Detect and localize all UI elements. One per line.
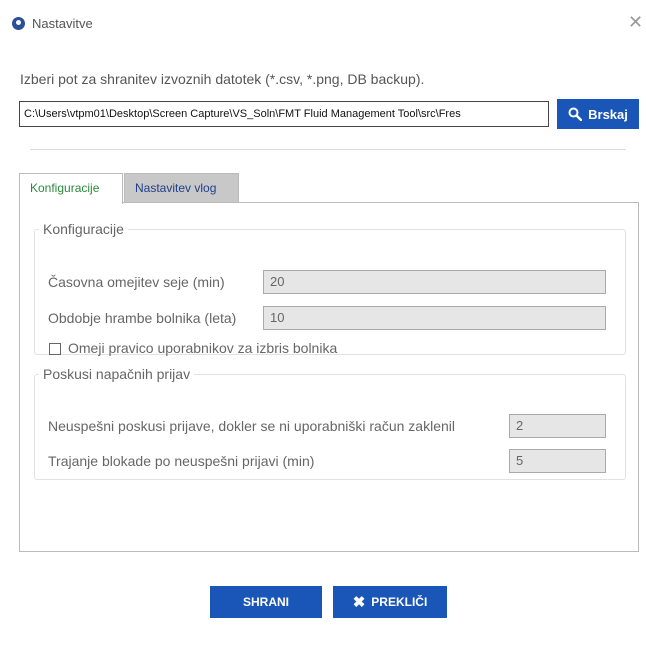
search-icon: [568, 107, 583, 121]
configuration-group: Konfiguracije Časovna omejitev seje (min…: [34, 221, 626, 356]
patient-retention-input[interactable]: 10: [263, 306, 606, 330]
login-attempts-group: Poskusi napačnih prijav Neuspešni poskus…: [34, 366, 626, 480]
restrict-delete-label: Omeji pravico uporabnikov za izbris boln…: [68, 340, 338, 356]
browse-button-label: Brskaj: [588, 106, 628, 122]
lockout-duration-label: Trajanje blokade po neuspešni prijavi (m…: [48, 453, 315, 469]
configuration-group-title: Konfiguracije: [43, 221, 124, 237]
login-attempts-group-title: Poskusi napačnih prijav: [43, 366, 191, 382]
lockout-duration-input[interactable]: 5: [509, 449, 606, 473]
save-button-label: SHRANI: [242, 595, 289, 609]
window-title: Nastavitve: [32, 16, 93, 31]
failed-attempts-input[interactable]: 2: [509, 414, 606, 438]
restrict-delete-checkbox[interactable]: [49, 343, 61, 355]
title-bar: Nastavitve ✕: [0, 0, 646, 40]
cancel-button-label: PREKLIČI: [371, 595, 428, 609]
divider: [30, 149, 626, 150]
tab-nastavitev-vlog[interactable]: Nastavitev vlog: [124, 173, 239, 203]
tab-konfiguracije[interactable]: Konfiguracije: [19, 173, 123, 204]
session-timeout-input[interactable]: 20: [263, 270, 606, 294]
close-icon[interactable]: ✕: [628, 12, 643, 32]
browse-button[interactable]: Brskaj: [557, 99, 639, 129]
cancel-button[interactable]: ✖ PREKLIČI: [333, 586, 447, 618]
app-icon: [12, 17, 25, 30]
save-button[interactable]: SHRANI: [210, 586, 322, 618]
export-path-input[interactable]: C:\Users\vtpm01\Desktop\Screen Capture\V…: [19, 101, 549, 127]
failed-attempts-label: Neuspešni poskusi prijave, dokler se ni …: [48, 418, 455, 434]
close-icon: ✖: [352, 593, 366, 611]
tab-panel: Konfiguracije Časovna omejitev seje (min…: [19, 202, 639, 552]
session-timeout-label: Časovna omejitev seje (min): [48, 274, 225, 290]
export-path-label: Izberi pot za shranitev izvoznih datotek…: [20, 71, 425, 87]
patient-retention-label: Obdobje hrambe bolnika (leta): [48, 310, 237, 326]
